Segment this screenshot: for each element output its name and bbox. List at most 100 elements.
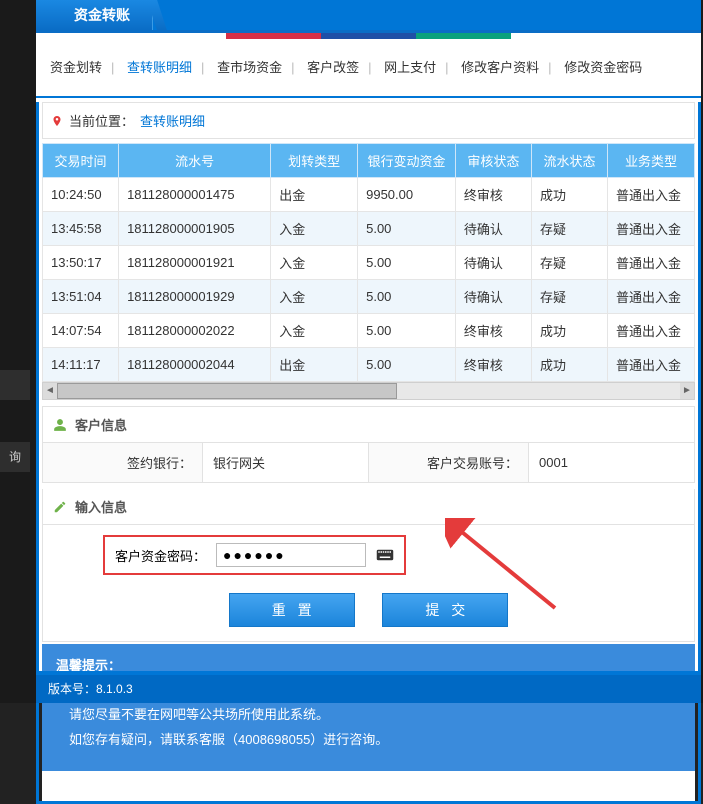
reset-button[interactable]: 重置 [229, 593, 355, 627]
table-cell: 存疑 [531, 280, 607, 314]
table-cell: 成功 [531, 178, 607, 212]
table-cell: 14:11:17 [43, 348, 119, 382]
table-row[interactable]: 13:51:04181128000001929入金5.00待确认存疑普通出入金 [43, 280, 695, 314]
breadcrumb: 当前位置： 查转账明细 [42, 102, 695, 139]
table-cell: 普通出入金 [608, 348, 695, 382]
table-cell: 待确认 [455, 246, 531, 280]
table-cell: 5.00 [358, 348, 456, 382]
table-cell: 入金 [271, 212, 358, 246]
edit-icon [53, 500, 67, 514]
col-audit[interactable]: 审核状态 [455, 144, 531, 178]
password-input[interactable] [216, 543, 366, 567]
scroll-left-arrow[interactable]: ◄ [43, 383, 57, 399]
table-row[interactable]: 10:24:50181128000001475出金9950.00终审核成功普通出… [43, 178, 695, 212]
col-amount[interactable]: 银行变动资金 [358, 144, 456, 178]
footer: 版本号：8.1.0.3 [36, 675, 701, 703]
location-icon [51, 114, 63, 128]
table-row[interactable]: 13:50:17181128000001921入金5.00待确认存疑普通出入金 [43, 246, 695, 280]
table-cell: 终审核 [455, 178, 531, 212]
table-cell: 13:45:58 [43, 212, 119, 246]
customer-info-section: 客户信息 签约银行： 银行网关 客户交易账号： 0001 [42, 406, 695, 483]
tips-box: 温馨提示： 显示项目均为必输项（修改资料除外）。 请您尽量不要在网吧等公共场所使… [42, 644, 695, 801]
nav-item-query-detail[interactable]: 查转账明细 [121, 60, 198, 75]
table-row[interactable]: 14:11:17181128000002044出金5.00终审核成功普通出入金 [43, 348, 695, 382]
customer-info-title: 客户信息 [75, 415, 127, 434]
table-cell: 普通出入金 [608, 246, 695, 280]
table-cell: 9950.00 [358, 178, 456, 212]
user-icon [53, 418, 67, 432]
col-time[interactable]: 交易时间 [43, 144, 119, 178]
tips-line-3: 如您存有疑问，请联系客服（4008698055）进行咨询。 [56, 728, 681, 753]
acct-value: 0001 [539, 455, 568, 470]
horizontal-scrollbar[interactable]: ◄ ► [42, 382, 695, 400]
table-cell: 成功 [531, 348, 607, 382]
input-section-title: 输入信息 [75, 497, 127, 516]
top-decor [36, 33, 701, 39]
table-cell: 181128000002044 [119, 348, 271, 382]
title-tab[interactable]: 资金转账 [36, 0, 153, 30]
nav-item-edit-profile[interactable]: 修改客户资料 [455, 60, 545, 75]
table-cell: 入金 [271, 280, 358, 314]
acct-label: 客户交易账号： [427, 453, 518, 472]
table-header-row: 交易时间 流水号 划转类型 银行变动资金 审核状态 流水状态 业务类型 [43, 144, 695, 178]
table-cell: 存疑 [531, 212, 607, 246]
version-value: 8.1.0.3 [96, 682, 133, 696]
table-cell: 待确认 [455, 212, 531, 246]
table-cell: 181128000001921 [119, 246, 271, 280]
table-cell: 普通出入金 [608, 314, 695, 348]
col-serial[interactable]: 流水号 [119, 144, 271, 178]
table-cell: 普通出入金 [608, 280, 695, 314]
table-row[interactable]: 14:07:54181128000002022入金5.00终审核成功普通出入金 [43, 314, 695, 348]
table-cell: 181128000001475 [119, 178, 271, 212]
scroll-right-arrow[interactable]: ► [680, 383, 694, 399]
scroll-thumb[interactable] [57, 383, 397, 399]
table-cell: 存疑 [531, 246, 607, 280]
table-cell: 终审核 [455, 314, 531, 348]
dark-sidebar-item-2[interactable]: 询 [0, 442, 30, 472]
bank-value: 银行网关 [213, 453, 265, 472]
table-cell: 14:07:54 [43, 314, 119, 348]
nav-item-resign[interactable]: 客户改签 [301, 60, 365, 75]
table-cell: 5.00 [358, 212, 456, 246]
table-cell: 终审核 [455, 348, 531, 382]
table-cell: 5.00 [358, 314, 456, 348]
col-type[interactable]: 划转类型 [271, 144, 358, 178]
dark-sidebar-item-1[interactable] [0, 370, 30, 400]
version-label: 版本号： [48, 682, 96, 696]
breadcrumb-page[interactable]: 查转账明细 [140, 111, 205, 130]
col-biztype[interactable]: 业务类型 [608, 144, 695, 178]
table-cell: 入金 [271, 246, 358, 280]
title-bar: 资金转账 [36, 0, 701, 30]
table-cell: 181128000002022 [119, 314, 271, 348]
bank-label: 签约银行： [127, 453, 192, 472]
nav-item-transfer[interactable]: 资金划转 [44, 60, 108, 75]
table-cell: 13:50:17 [43, 246, 119, 280]
table-cell: 入金 [271, 314, 358, 348]
table-cell: 181128000001905 [119, 212, 271, 246]
tips-line-2: 请您尽量不要在网吧等公共场所使用此系统。 [56, 703, 681, 728]
input-section: 输入信息 客户资金密码： 重置 提交 [42, 489, 695, 642]
table-row[interactable]: 13:45:58181128000001905入金5.00待确认存疑普通出入金 [43, 212, 695, 246]
table-cell: 普通出入金 [608, 212, 695, 246]
keyboard-icon[interactable] [376, 547, 394, 563]
table-cell: 待确认 [455, 280, 531, 314]
nav-item-online-pay[interactable]: 网上支付 [378, 60, 442, 75]
table-cell: 5.00 [358, 246, 456, 280]
table-cell: 10:24:50 [43, 178, 119, 212]
nav-item-market-fund[interactable]: 查市场资金 [211, 60, 288, 75]
nav-item-edit-password[interactable]: 修改资金密码 [558, 60, 648, 75]
table-cell: 出金 [271, 178, 358, 212]
password-highlight-box: 客户资金密码： [103, 535, 406, 575]
table-cell: 13:51:04 [43, 280, 119, 314]
table-cell: 出金 [271, 348, 358, 382]
table-cell: 普通出入金 [608, 178, 695, 212]
table-cell: 成功 [531, 314, 607, 348]
table-cell: 181128000001929 [119, 280, 271, 314]
nav-bar: 资金划转| 查转账明细| 查市场资金| 客户改签| 网上支付| 修改客户资料| … [36, 39, 701, 98]
transfer-table: 交易时间 流水号 划转类型 银行变动资金 审核状态 流水状态 业务类型 10:2… [42, 143, 695, 382]
main-window: 资金转账 资金划转| 查转账明细| 查市场资金| 客户改签| 网上支付| 修改客… [36, 0, 701, 703]
breadcrumb-label: 当前位置： [69, 111, 134, 130]
password-label: 客户资金密码： [115, 546, 206, 565]
col-status[interactable]: 流水状态 [531, 144, 607, 178]
submit-button[interactable]: 提交 [382, 593, 508, 627]
